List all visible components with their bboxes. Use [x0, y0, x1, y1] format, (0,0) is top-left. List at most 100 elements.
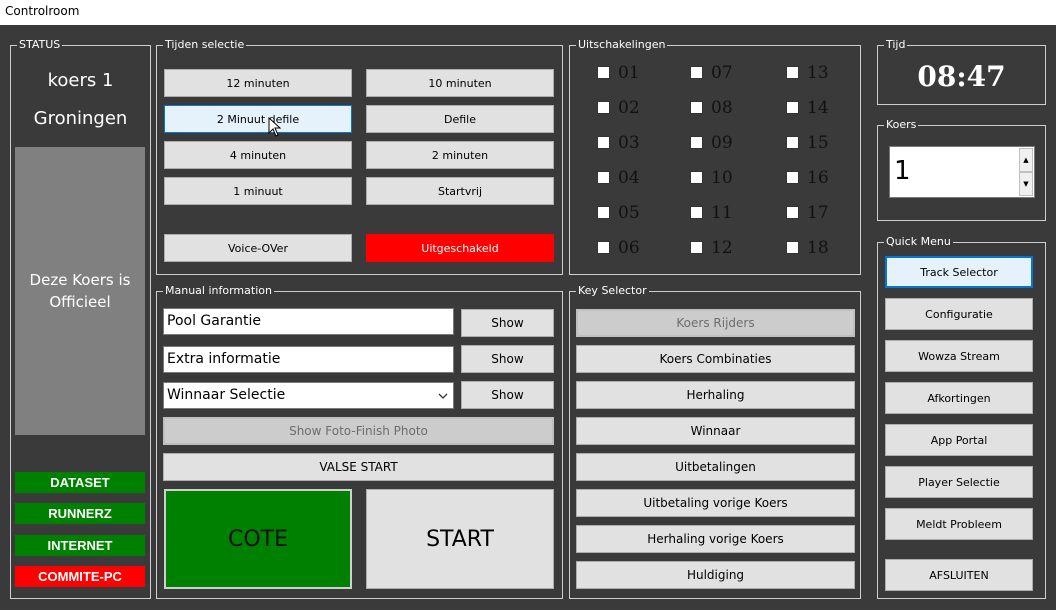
12-minuten-button[interactable]: 12 minuten [164, 69, 352, 97]
key-selector-legend: Key Selector [576, 284, 649, 298]
uitbetalingen-button[interactable]: Uitbetalingen [576, 453, 855, 481]
uitschakeling-checkbox-11[interactable] [690, 206, 703, 219]
mouse-cursor-icon [268, 117, 282, 137]
uitschakeling-label-05: 05 [618, 203, 640, 223]
uitschakeling-label-09: 09 [711, 133, 733, 153]
koers-combinaties-button[interactable]: Koers Combinaties [576, 345, 855, 373]
herhaling-vorige-koers-button[interactable]: Herhaling vorige Koers [576, 525, 855, 553]
uitschakeling-checkbox-05[interactable] [597, 206, 610, 219]
2-minuut-defile-button[interactable]: 2 Minuut defile [164, 105, 352, 133]
10-minuten-button[interactable]: 10 minuten [366, 69, 554, 97]
pool-show-button[interactable]: Show [461, 309, 554, 337]
chevron-down-icon: ▼ [1023, 180, 1029, 188]
tijden-legend: Tijden selectie [163, 38, 247, 52]
location-name: Groningen [33, 108, 128, 129]
uitschakeling-label-15: 15 [807, 133, 829, 153]
uitschakeling-label-08: 08 [711, 98, 733, 118]
afsluiten-button[interactable]: AFSLUITEN [885, 559, 1033, 591]
uitschakeling-checkbox-08[interactable] [690, 101, 703, 114]
status-legend: STATUS [17, 38, 63, 52]
stepper-down-button[interactable]: ▼ [1019, 172, 1033, 196]
uitschakeling-label-06: 06 [618, 238, 640, 258]
uitschakeling-checkbox-14[interactable] [786, 101, 799, 114]
configuratie-button[interactable]: Configuratie [885, 298, 1033, 330]
uitschakeling-label-01: 01 [618, 63, 640, 83]
voice-over-button[interactable]: Voice-OVer [164, 234, 352, 262]
uitschakeling-label-04: 04 [618, 168, 640, 188]
stepper-up-button[interactable]: ▲ [1019, 148, 1033, 172]
uitschakeling-label-03: 03 [618, 133, 640, 153]
uitschakeling-checkbox-15[interactable] [786, 136, 799, 149]
player-selectie-button[interactable]: Player Selectie [885, 466, 1033, 498]
startvrij-button[interactable]: Startvrij [366, 177, 554, 205]
uitschakeling-checkbox-02[interactable] [597, 101, 610, 114]
uitgeschakeld-button[interactable]: Uitgeschakeld [366, 234, 554, 262]
2-minuten-button[interactable]: 2 minuten [366, 141, 554, 169]
herhaling-button[interactable]: Herhaling [576, 381, 855, 409]
valse-start-button[interactable]: VALSE START [163, 453, 554, 481]
uitschakeling-label-17: 17 [807, 203, 829, 223]
extra-informatie-input[interactable]: Extra informatie [163, 346, 454, 373]
app-portal-button[interactable]: App Portal [885, 424, 1033, 456]
chevron-down-icon [438, 393, 448, 399]
uitschakeling-label-10: 10 [711, 168, 733, 188]
meldt-probleem-button[interactable]: Meldt Probleem [885, 508, 1033, 540]
4-minuten-button[interactable]: 4 minuten [164, 141, 352, 169]
runnerz-indicator: RUNNERZ [15, 503, 145, 524]
uitschakeling-checkbox-03[interactable] [597, 136, 610, 149]
extra-show-button[interactable]: Show [461, 345, 554, 373]
official-panel: Deze Koers is Officieel [15, 147, 145, 435]
defile-button[interactable]: Defile [366, 105, 554, 133]
koers-stepper-value: 1 [894, 156, 911, 186]
uitschakeling-checkbox-16[interactable] [786, 171, 799, 184]
koers-stepper[interactable]: 1 ▲ ▼ [889, 146, 1035, 198]
window-title: Controlroom [0, 0, 1056, 25]
uitschakeling-checkbox-01[interactable] [597, 66, 610, 79]
winnaar-selectie-value: Winnaar Selectie [167, 387, 286, 403]
quick-menu-group: Quick Menu [877, 235, 1046, 599]
pool-garantie-input[interactable]: Pool Garantie [163, 308, 454, 335]
chevron-up-icon: ▲ [1023, 156, 1029, 164]
uitschakeling-label-02: 02 [618, 98, 640, 118]
afkortingen-button[interactable]: Afkortingen [885, 382, 1033, 414]
commite-pc-indicator: COMMITE-PC [15, 566, 145, 587]
uitschakeling-label-14: 14 [807, 98, 829, 118]
cote-button[interactable]: COTE [164, 489, 352, 589]
uitschakeling-checkbox-10[interactable] [690, 171, 703, 184]
koers-legend: Koers [884, 118, 919, 132]
1-minuut-button[interactable]: 1 minuut [164, 177, 352, 205]
uitschakeling-checkbox-17[interactable] [786, 206, 799, 219]
uitschakeling-checkbox-04[interactable] [597, 171, 610, 184]
race-name: koers 1 [47, 70, 114, 91]
uitschakeling-label-18: 18 [807, 238, 829, 258]
tijd-legend: Tijd [884, 38, 908, 52]
show-foto-finish-button[interactable]: Show Foto-Finish Photo [163, 417, 554, 445]
start-button[interactable]: START [366, 489, 554, 589]
wowza-stream-button[interactable]: Wowza Stream [885, 340, 1033, 372]
dataset-indicator: DATASET [15, 472, 145, 493]
uitschakeling-checkbox-18[interactable] [786, 241, 799, 254]
uitschakeling-label-12: 12 [711, 238, 733, 258]
uitschakeling-checkbox-13[interactable] [786, 66, 799, 79]
internet-indicator: INTERNET [15, 535, 145, 556]
official-text: Deze Koers is Officieel [29, 271, 131, 311]
manual-legend: Manual information [163, 284, 274, 298]
uitbetaling-vorige-koers-button[interactable]: Uitbetaling vorige Koers [576, 489, 855, 517]
uitschakeling-checkbox-07[interactable] [690, 66, 703, 79]
huldiging-button[interactable]: Huldiging [576, 561, 855, 589]
uitschakeling-checkbox-12[interactable] [690, 241, 703, 254]
uitschakeling-label-11: 11 [711, 203, 733, 223]
track-selector-button[interactable]: Track Selector [885, 256, 1033, 288]
winnaar-button[interactable]: Winnaar [576, 417, 855, 445]
uitschakeling-label-07: 07 [711, 63, 733, 83]
winnaar-selectie-dropdown[interactable]: Winnaar Selectie [163, 382, 454, 409]
quick-menu-legend: Quick Menu [884, 235, 953, 249]
clock-display: 08:47 [917, 60, 1006, 93]
uitschakeling-checkbox-06[interactable] [597, 241, 610, 254]
uitschakeling-checkbox-09[interactable] [690, 136, 703, 149]
winnaar-show-button[interactable]: Show [461, 381, 554, 409]
uitschakeling-label-16: 16 [807, 168, 829, 188]
koers-rijders-button[interactable]: Koers Rijders [576, 309, 855, 337]
uitschakelingen-legend: Uitschakelingen [576, 38, 668, 52]
uitschakeling-label-13: 13 [807, 63, 829, 83]
